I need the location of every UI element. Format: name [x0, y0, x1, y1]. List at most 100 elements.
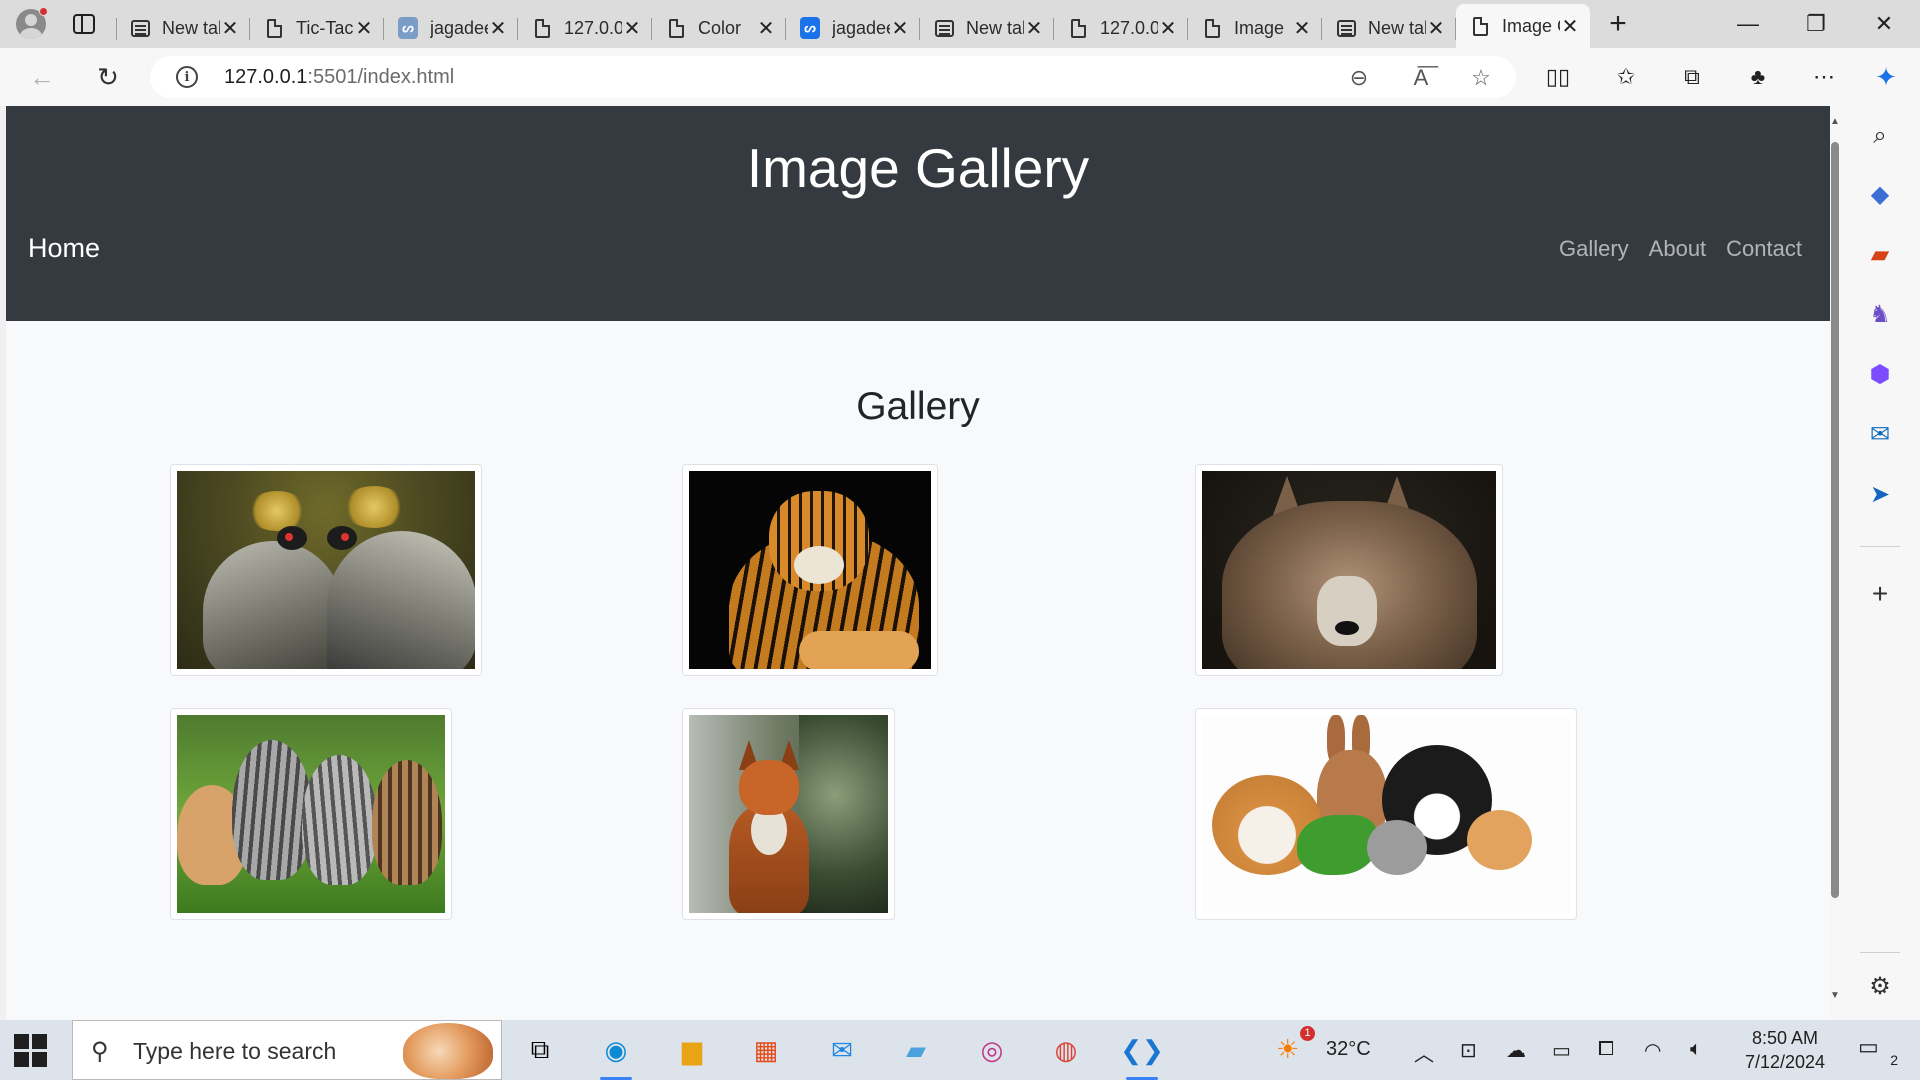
notification-center-icon[interactable]: ▭ 2 — [1858, 1034, 1898, 1068]
profile-avatar[interactable] — [14, 7, 48, 41]
fox-photo — [689, 715, 888, 913]
close-icon[interactable]: ✕ — [354, 16, 374, 41]
close-icon[interactable]: ✕ — [488, 16, 508, 41]
window-close-button[interactable]: ✕ — [1850, 0, 1918, 48]
gallery-image-tiger[interactable] — [682, 464, 938, 676]
sidebar-games-icon[interactable]: ♞ — [1862, 296, 1898, 332]
close-icon[interactable]: ✕ — [1560, 14, 1580, 39]
read-aloud-icon[interactable]: A͞ — [1406, 63, 1436, 93]
taskbar-clock[interactable]: 8:50 AM 7/12/2024 — [1730, 1026, 1840, 1074]
url-text[interactable]: 127.0.0.1:5501/index.html — [224, 66, 454, 89]
weather-temperature[interactable]: 32°C — [1326, 1038, 1371, 1061]
minimize-button[interactable]: — — [1714, 0, 1782, 48]
task-view-icon[interactable]: ⧉ — [516, 1028, 564, 1072]
onedrive-cloud-icon[interactable]: ☁ — [1506, 1038, 1526, 1063]
sidebar-add-icon[interactable]: + — [1862, 576, 1898, 612]
sidebar-send-icon[interactable]: ➤ — [1862, 476, 1898, 512]
split-screen-icon[interactable]: ▯▯ — [1540, 59, 1576, 95]
sidebar-search-icon[interactable]: ⌕ — [1862, 118, 1898, 154]
zoom-out-icon[interactable]: ⊖ — [1344, 63, 1374, 93]
close-icon[interactable]: ✕ — [1292, 16, 1312, 41]
more-options-icon[interactable]: ⋯ — [1806, 59, 1842, 95]
collections-icon[interactable]: ⧉ — [1674, 59, 1710, 95]
gallery-image-wolf[interactable] — [1195, 464, 1503, 676]
browser-toolbar: ← ↻ i 127.0.0.1:5501/index.html ⊖ A͞ ☆ ▯… — [0, 48, 1920, 106]
tab-new-1[interactable]: New tab ✕ — [116, 8, 250, 48]
tab-actions-icon[interactable] — [66, 6, 102, 42]
sidebar-settings-gear-icon[interactable]: ⚙ — [1862, 968, 1898, 1004]
chrome-icon[interactable]: ◍ — [1042, 1028, 1090, 1072]
file-explorer-icon[interactable]: ▆ — [668, 1028, 716, 1072]
volume-icon[interactable]: 🔈︎ — [1690, 1038, 1702, 1061]
page-icon — [532, 18, 552, 38]
sidebar-shopping-icon[interactable]: ◆ — [1862, 176, 1898, 212]
close-icon[interactable]: ✕ — [622, 16, 642, 41]
tab-label: Image Gallery — [1502, 15, 1560, 36]
nav-link-about[interactable]: About — [1649, 236, 1707, 262]
close-icon[interactable]: ✕ — [1158, 16, 1178, 41]
tab-jagadeesh-2[interactable]: ᔕ jagadeesh ✕ — [786, 8, 920, 48]
scroll-up-arrow-icon[interactable]: ▲ — [1830, 116, 1840, 130]
microsoft-store-icon[interactable]: ▦ — [742, 1028, 790, 1072]
screen-icon[interactable]: ⧠ — [1598, 1038, 1614, 1061]
copilot-icon[interactable]: ✦ — [1868, 59, 1904, 95]
scroll-thumb[interactable] — [1831, 142, 1839, 898]
nav-link-gallery[interactable]: Gallery — [1559, 236, 1629, 262]
weather-icon[interactable]: ☀ — [1276, 1034, 1299, 1065]
battery-icon[interactable]: ▭ — [1552, 1038, 1571, 1063]
tab-label: 127.0.0.1 — [564, 17, 622, 38]
cranes-photo — [177, 471, 475, 669]
tab-new-2[interactable]: New tab ✕ — [920, 8, 1054, 48]
close-icon[interactable]: ✕ — [890, 16, 910, 41]
tab-jagadeesh-1[interactable]: ᔕ jagadeesh ✕ — [384, 8, 518, 48]
search-placeholder: Type here to search — [133, 1038, 337, 1064]
page-icon — [666, 18, 686, 38]
tab-label: New tab — [1368, 17, 1426, 38]
gallery-image-fox[interactable] — [682, 708, 895, 920]
gallery-image-pets[interactable] — [1195, 708, 1577, 920]
meet-now-icon[interactable]: ⊡ — [1460, 1038, 1477, 1063]
vscode-icon[interactable]: ❮❯ — [1118, 1028, 1166, 1080]
edge-taskbar-icon[interactable]: ◉ — [592, 1028, 640, 1080]
sidebar-tools-icon[interactable]: ▰ — [1862, 236, 1898, 272]
nav-link-contact[interactable]: Contact — [1726, 236, 1802, 262]
tab-image[interactable]: Image ✕ — [1188, 8, 1322, 48]
wifi-icon[interactable]: ◠ — [1644, 1038, 1661, 1063]
gallery-image-kittens[interactable] — [170, 708, 452, 920]
refresh-icon[interactable]: ↻ — [88, 57, 128, 97]
show-hidden-icons-chevron-icon[interactable]: ︿ — [1414, 1038, 1434, 1067]
close-icon[interactable]: ✕ — [756, 16, 776, 41]
tab-localhost-1[interactable]: 127.0.0.1 ✕ — [518, 8, 652, 48]
tab-color[interactable]: Color ✕ — [652, 8, 786, 48]
favorites-icon[interactable]: ✩ — [1608, 59, 1644, 95]
taskbar-search-box[interactable]: ⚲ Type here to search — [72, 1020, 502, 1080]
close-icon[interactable]: ✕ — [1024, 16, 1044, 41]
site-info-icon[interactable]: i — [176, 66, 198, 88]
tab-new-3[interactable]: New tab ✕ — [1322, 8, 1456, 48]
clock-date: 7/12/2024 — [1744, 1052, 1826, 1072]
windows-start-icon[interactable] — [14, 1034, 50, 1068]
favorite-star-icon[interactable]: ☆ — [1466, 63, 1496, 93]
sidebar-copilot-365-icon[interactable]: ⬢ — [1862, 356, 1898, 392]
back-icon[interactable]: ← — [22, 57, 62, 97]
gallery-image-cranes[interactable] — [170, 464, 482, 676]
close-icon[interactable]: ✕ — [220, 16, 240, 41]
close-icon[interactable]: ✕ — [1426, 16, 1446, 41]
tab-localhost-2[interactable]: 127.0.0.1 ✕ — [1054, 8, 1188, 48]
windows-taskbar: ⚲ Type here to search ⧉ ◉ ▆ ▦ ✉ ▰ ◎ ◍ ❮❯… — [0, 1020, 1920, 1080]
instagram-icon[interactable]: ◎ — [968, 1028, 1016, 1072]
tab-image-gallery-active[interactable]: Image Gallery ✕ — [1456, 4, 1590, 48]
page-scrollbar[interactable]: ▲ ▼ — [1830, 106, 1840, 1020]
extensions-icon[interactable]: ♣ — [1740, 59, 1776, 95]
scroll-down-arrow-icon[interactable]: ▼ — [1830, 990, 1840, 1004]
mail-icon[interactable]: ✉ — [818, 1028, 866, 1072]
newtab-icon — [1336, 18, 1356, 38]
restore-button[interactable]: ❐ — [1782, 0, 1850, 48]
nav-home-link[interactable]: Home — [28, 233, 100, 264]
tab-tic-tac-toe[interactable]: Tic-Tac-Toe ✕ — [250, 8, 384, 48]
notepad-icon[interactable]: ▰ — [892, 1028, 940, 1072]
new-tab-button[interactable]: + — [1598, 4, 1638, 44]
sidebar-outlook-icon[interactable]: ✉ — [1862, 416, 1898, 452]
notification-dot — [39, 7, 48, 16]
address-bar[interactable]: i 127.0.0.1:5501/index.html ⊖ A͞ ☆ — [150, 56, 1516, 98]
